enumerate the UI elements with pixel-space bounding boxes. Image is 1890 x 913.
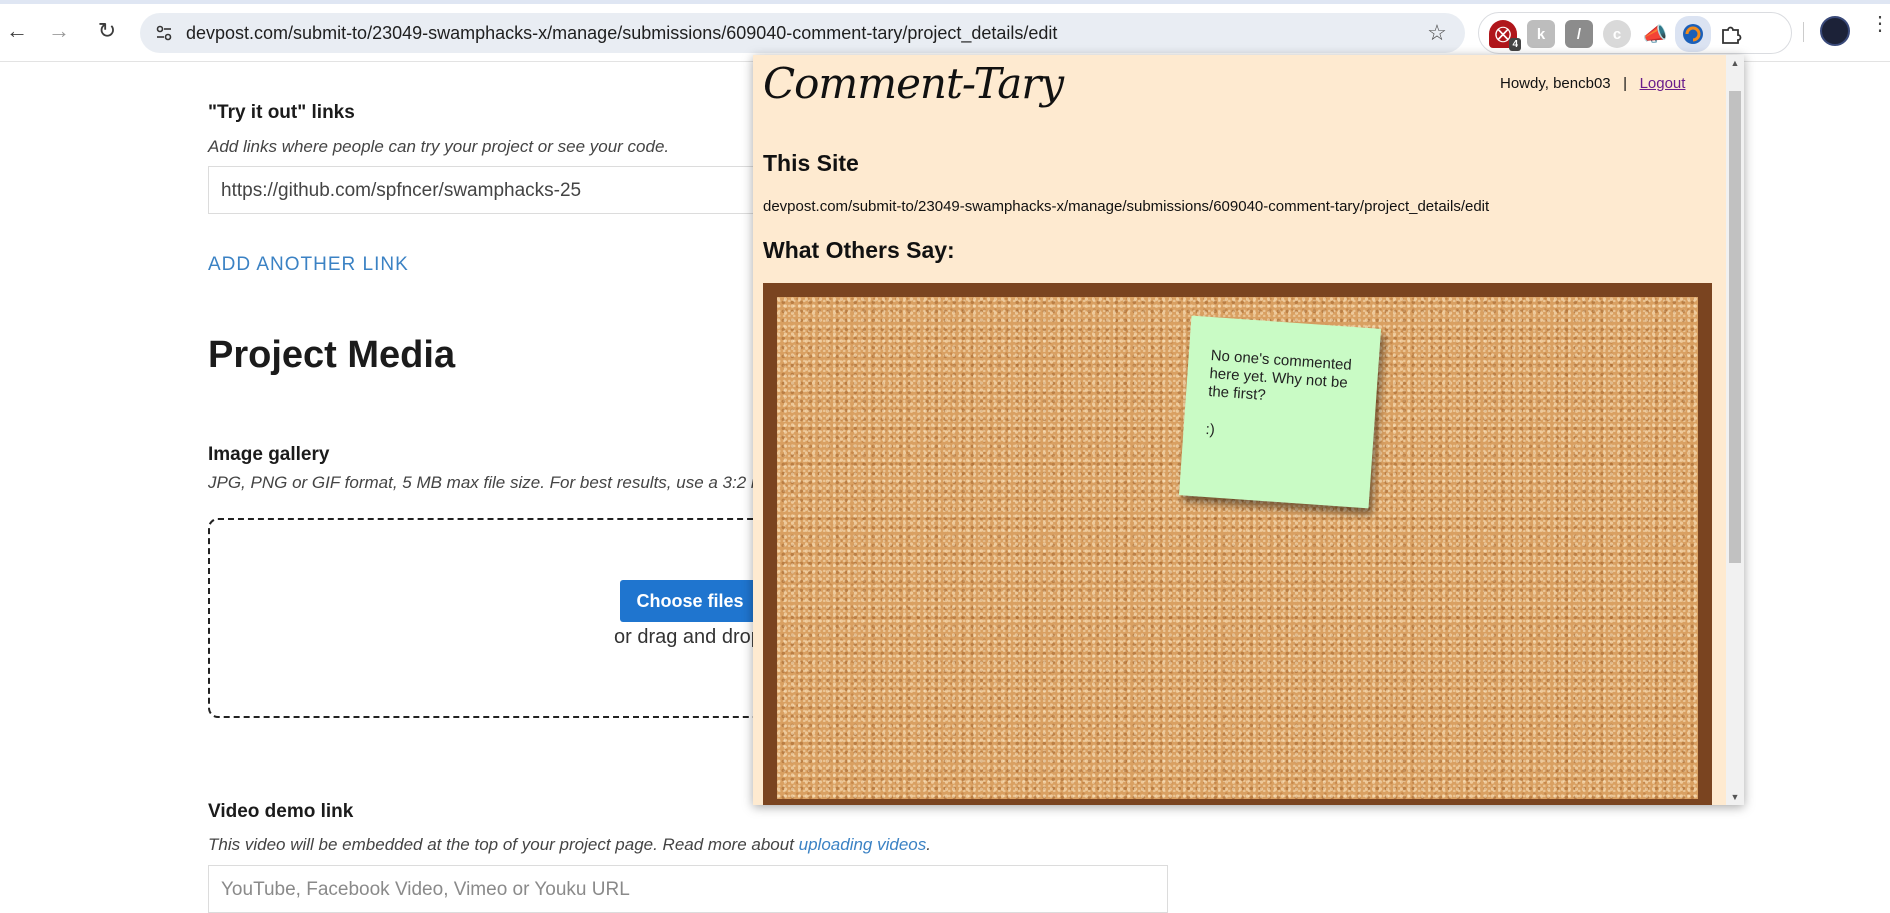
current-site-url: devpost.com/submit-to/23049-swamphacks-x…: [763, 198, 1490, 215]
address-bar[interactable]: devpost.com/submit-to/23049-swamphacks-x…: [140, 13, 1465, 53]
video-hint-period: .: [926, 835, 931, 854]
image-gallery-label: Image gallery: [208, 444, 330, 465]
sticky-note: No one's commented here yet. Why not be …: [1178, 315, 1382, 509]
megaphone-glyph-icon: 📣: [1642, 23, 1668, 46]
scrollbar-thumb[interactable]: [1729, 91, 1741, 563]
image-gallery-hint: JPG, PNG or GIF format, 5 MB max file si…: [208, 473, 757, 492]
video-demo-hint: This video will be embedded at the top o…: [208, 835, 931, 855]
uploading-videos-link[interactable]: uploading videos: [799, 835, 927, 854]
k-extension-icon[interactable]: k: [1527, 20, 1555, 48]
site-settings-icon[interactable]: [150, 19, 178, 47]
back-arrow-icon: ←: [6, 18, 28, 43]
circle-extension-icon[interactable]: c: [1603, 20, 1631, 48]
video-url-input[interactable]: YouTube, Facebook Video, Vimeo or Youku …: [208, 865, 1168, 913]
what-others-say-heading: What Others Say:: [763, 237, 955, 263]
slash-glyph-icon: /: [1576, 25, 1582, 43]
toolbar-divider: [1803, 22, 1804, 42]
comment-tary-popup: Comment-Tary Howdy, bencb03 | Logout Thi…: [753, 55, 1744, 805]
profile-avatar[interactable]: [1820, 16, 1850, 46]
bookmark-star-icon[interactable]: ☆: [1423, 19, 1451, 47]
k-glyph-icon: k: [1536, 25, 1546, 43]
tab-strip-edge: [0, 0, 1890, 4]
browser-toolbar: ← → ↻ devpost.com/submit-to/23049-swamph…: [0, 0, 1890, 62]
logout-link[interactable]: Logout: [1640, 75, 1686, 92]
puzzle-extensions-icon[interactable]: [1717, 20, 1745, 48]
scroll-up-arrow-icon[interactable]: ▲: [1730, 58, 1740, 68]
extensions-tray: ⛒ 4 k / c 📣: [1478, 12, 1792, 54]
try-links-hint: Add links where people can try your proj…: [208, 137, 670, 156]
comment-tary-extension-icon[interactable]: [1675, 16, 1711, 52]
comment-tary-logo: Comment-Tary: [763, 59, 1064, 108]
puzzle-glyph-icon: [1722, 26, 1742, 44]
comment-tary-logo-icon: [1683, 24, 1703, 44]
scroll-down-arrow-icon[interactable]: ▼: [1730, 792, 1740, 802]
choose-files-button[interactable]: Choose files: [620, 580, 760, 622]
forward-button[interactable]: →: [42, 14, 76, 48]
project-media-heading: Project Media: [208, 334, 456, 376]
sticky-note-smile: :): [1205, 420, 1216, 439]
cork-board: No one's commented here yet. Why not be …: [763, 283, 1712, 805]
video-demo-label: Video demo link: [208, 801, 354, 822]
url-text[interactable]: devpost.com/submit-to/23049-swamphacks-x…: [186, 23, 1057, 44]
slash-extension-icon[interactable]: /: [1565, 20, 1593, 48]
popup-scrollbar[interactable]: ▲ ▼: [1726, 55, 1744, 805]
forward-arrow-icon: →: [48, 18, 70, 43]
this-site-heading: This Site: [763, 150, 859, 176]
add-another-link-button[interactable]: ADD ANOTHER LINK: [208, 254, 409, 276]
shield-extension-icon[interactable]: ⛒ 4: [1489, 20, 1521, 51]
extension-badge: 4: [1509, 38, 1521, 51]
c-glyph-icon: c: [1612, 25, 1622, 43]
back-button[interactable]: ←: [0, 14, 34, 48]
video-hint-text: This video will be embedded at the top o…: [208, 835, 799, 854]
try-links-label: "Try it out" links: [208, 102, 355, 123]
reload-icon: ↻: [97, 18, 117, 43]
reload-button[interactable]: ↻: [90, 14, 124, 48]
megaphone-extension-icon[interactable]: 📣: [1641, 20, 1669, 48]
shield-glyph-icon: ⛒: [1495, 25, 1511, 43]
sticky-note-text: No one's commented here yet. Why not be …: [1207, 347, 1353, 404]
greeting-text: Howdy, bencb03: [1500, 75, 1611, 92]
drag-drop-text: or drag and drop: [614, 626, 762, 648]
user-greeting-bar: Howdy, bencb03 | Logout: [1500, 75, 1685, 92]
greeting-divider: |: [1623, 75, 1628, 92]
browser-menu-icon[interactable]: ⋮: [1870, 14, 1890, 34]
